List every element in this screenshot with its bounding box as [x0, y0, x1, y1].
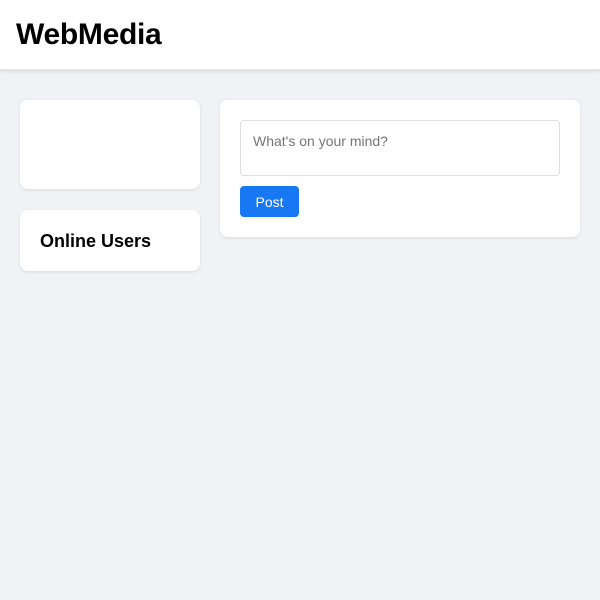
profile-card	[20, 100, 200, 189]
online-users-title: Online Users	[40, 231, 152, 251]
post-input[interactable]	[240, 120, 560, 176]
post-button[interactable]: Post	[240, 186, 299, 217]
app-header: WebMedia	[0, 0, 600, 70]
online-users-card: Online Users	[20, 210, 200, 271]
app-title: WebMedia	[16, 18, 162, 51]
post-composer: Post	[220, 100, 580, 237]
